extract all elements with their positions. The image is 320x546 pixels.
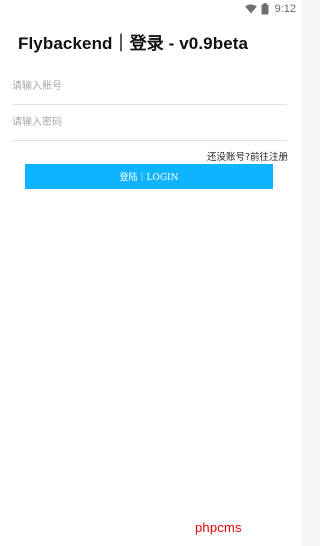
account-field[interactable] (12, 69, 287, 105)
wifi-icon (244, 4, 257, 14)
account-input[interactable] (12, 69, 287, 104)
status-icons: 9:12 (244, 2, 296, 16)
register-link[interactable]: 还没账号?前往注册 (207, 149, 288, 163)
status-bar: 9:12 (0, 0, 302, 18)
battery-icon (261, 3, 269, 15)
login-screen: 9:12 Flybackend｜登录 - v0.9beta 还没账号?前往注册 … (0, 0, 302, 546)
login-button[interactable]: 登陆｜LOGIN (25, 164, 273, 189)
password-field[interactable] (12, 105, 287, 141)
status-time: 9:12 (274, 3, 296, 15)
watermark: phpcms (195, 520, 242, 535)
password-input[interactable] (12, 105, 287, 140)
page-title: Flybackend｜登录 - v0.9beta (18, 34, 249, 53)
